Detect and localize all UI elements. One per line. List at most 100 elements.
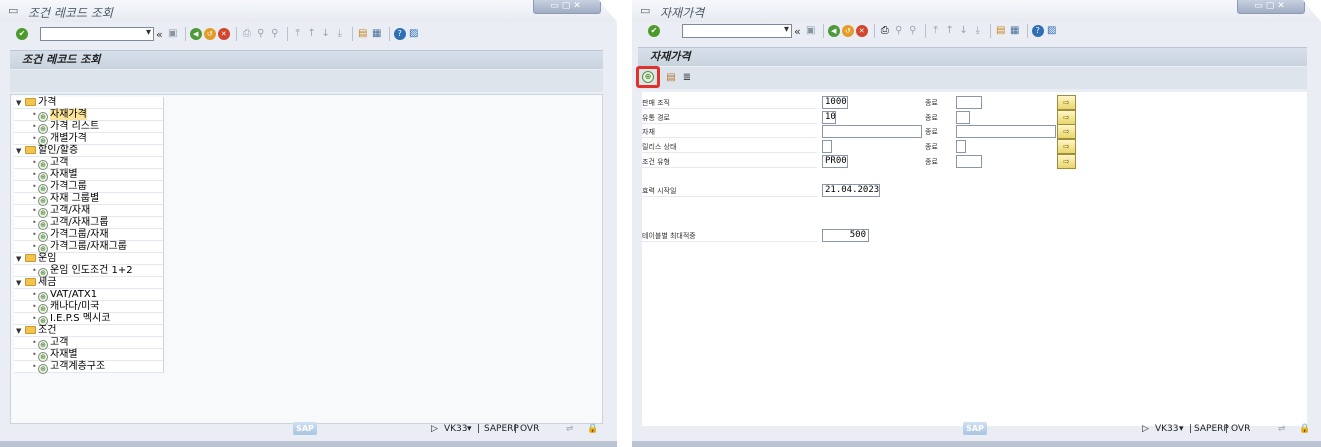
collapse-command-icon[interactable]: « (794, 25, 801, 38)
tree-folder[interactable]: ▼ 조건 (14, 325, 163, 337)
folder-icon (25, 98, 36, 106)
print-icon[interactable]: ⎙ (879, 25, 891, 37)
tree-leaf[interactable]: • ⊕ 고객 (14, 337, 163, 350)
customize-layout-icon[interactable]: ▨ (408, 28, 420, 40)
tree-leaf[interactable]: • ⊕ 자재별 (14, 169, 163, 182)
tree-leaf[interactable]: • ⊕ 자재별 (14, 349, 163, 362)
next-page-icon[interactable]: ↓ (320, 28, 332, 40)
field-to-input[interactable] (956, 96, 982, 109)
tree-folder[interactable]: ▼ 운임 (14, 253, 163, 265)
field-from-input[interactable] (822, 125, 922, 139)
save-icon[interactable]: ▣ (805, 25, 817, 37)
first-page-icon[interactable]: ⤒ (930, 25, 942, 37)
multiple-selection-button[interactable]: ⇨ (1057, 153, 1076, 169)
tree-folder[interactable]: ▼ 세금 (14, 277, 163, 289)
valid-from-input[interactable]: 21.04.2023 (822, 184, 880, 197)
find-next-icon[interactable]: ⚲ (907, 25, 919, 37)
back-icon[interactable]: ◀ (189, 28, 202, 40)
cancel-icon[interactable]: ✕ (217, 28, 230, 40)
tree-leaf[interactable]: • ⊕ 자재 그룹별 (14, 193, 163, 206)
tree-leaf[interactable]: • ⊕ VAT/ATX1 (14, 289, 163, 302)
field-to-input[interactable] (956, 125, 1056, 139)
multiple-selection-button[interactable]: ⇨ (1057, 109, 1076, 125)
collapse-command-icon[interactable]: « (156, 28, 163, 41)
find-icon[interactable]: ⚲ (255, 28, 267, 40)
status-bar: SAP ▷ VK33 ▾ | SAPERP | OVR ⇌ 🔒 (632, 421, 1321, 441)
window-controls[interactable]: ▭▢✕ (533, 0, 601, 14)
security-lock-icon[interactable]: 🔒 (1299, 424, 1310, 434)
shortcut-icon[interactable]: ▦ (1009, 25, 1021, 37)
field-from-input[interactable]: 1000 (822, 96, 848, 109)
window-controls[interactable]: ▭▢✕ (1237, 0, 1305, 14)
tree-leaf[interactable]: • ⊕ 고객/자재그룹 (14, 217, 163, 230)
selection-options-icon[interactable]: ≣ (681, 72, 693, 84)
tree-folder[interactable]: ▼ 가격 (14, 97, 163, 109)
field-from-input[interactable]: 10 (822, 110, 836, 124)
help-icon[interactable]: ? (1031, 25, 1044, 37)
field-from-input[interactable] (822, 140, 832, 154)
window-menu-icon[interactable]: ▭ (640, 5, 652, 17)
exit-icon[interactable]: ↺ (841, 25, 854, 37)
field-from-input[interactable]: PR00 (822, 154, 848, 168)
field-to-input[interactable] (956, 110, 970, 124)
tree-leaf[interactable]: • ⊕ 고객/자재 (14, 205, 163, 218)
multiple-selection-button[interactable]: ⇨ (1057, 95, 1076, 110)
new-session-icon[interactable]: ▤ (995, 25, 1007, 37)
save-icon[interactable]: ▣ (167, 28, 179, 40)
window-menu-icon[interactable]: ▭ (8, 5, 20, 17)
collapse-arrow-icon[interactable]: ▼ (16, 325, 25, 337)
first-page-icon[interactable]: ⤒ (292, 28, 304, 40)
tree-leaf[interactable]: • ⊕ 운임 인도조건 1+2 (14, 265, 163, 278)
field-to-input[interactable] (956, 140, 966, 154)
collapse-arrow-icon[interactable]: ▼ (16, 253, 25, 265)
tree-leaf[interactable]: • ⊕ 자재가격 (14, 109, 163, 122)
back-icon[interactable]: ◀ (827, 25, 840, 37)
field-to-input[interactable] (956, 154, 982, 168)
execute-button[interactable]: ⊕ (636, 66, 660, 88)
tree-leaf[interactable]: • ⊕ 가격그룹 (14, 181, 163, 194)
multiple-selection-button[interactable]: ⇨ (1057, 139, 1076, 155)
tree-leaf[interactable]: • ⊕ 가격그룹/자재 (14, 229, 163, 242)
customize-layout-icon[interactable]: ▨ (1046, 25, 1058, 37)
last-page-icon[interactable]: ⤓ (334, 28, 346, 40)
command-field[interactable] (40, 27, 154, 41)
variant-icon[interactable]: ▤ (665, 72, 677, 84)
last-page-icon[interactable]: ⤓ (972, 25, 984, 37)
tree-leaf[interactable]: • ⊕ 고객계층구조 (14, 361, 163, 374)
previous-page-icon[interactable]: ↑ (306, 28, 318, 40)
status-dropdown-icon[interactable]: ▾ (467, 424, 472, 434)
tree-leaf[interactable]: • ⊕ 개별가격 (14, 133, 163, 146)
tree-leaf[interactable]: • ⊕ 고객 (14, 157, 163, 170)
tree-node-label: VAT/ATX1 (50, 289, 98, 300)
command-field[interactable] (682, 24, 792, 38)
status-expand-icon[interactable]: ▷ (1142, 424, 1149, 434)
new-session-icon[interactable]: ▤ (357, 28, 369, 40)
find-icon[interactable]: ⚲ (893, 25, 905, 37)
print-icon[interactable]: ⎙ (241, 28, 253, 40)
collapse-arrow-icon[interactable]: ▼ (16, 97, 25, 109)
standard-toolbar: ✔ « ▣ ◀ ↺ ✕ ⎙ ⚲ ⚲ ⤒ ↑ ↓ ⤓ ▤ ▦ ? ▨ (0, 24, 617, 44)
max-hits-input[interactable]: 500 (822, 229, 869, 242)
shortcut-icon[interactable]: ▦ (371, 28, 383, 40)
status-divider: | (1189, 424, 1193, 434)
tree-leaf[interactable]: • ⊕ 가격그룹/자재그룹 (14, 241, 163, 254)
collapse-arrow-icon[interactable]: ▼ (16, 145, 25, 157)
status-expand-icon[interactable]: ▷ (431, 424, 438, 434)
multiple-selection-button[interactable]: ⇨ (1057, 124, 1076, 140)
tree-folder[interactable]: ▼ 할인/할증 (14, 145, 163, 157)
separator (184, 27, 186, 41)
exit-icon[interactable]: ↺ (203, 28, 216, 40)
status-dropdown-icon[interactable]: ▾ (1179, 424, 1184, 434)
cancel-icon[interactable]: ✕ (855, 25, 868, 37)
tree-leaf[interactable]: • ⊕ 가격 리스트 (14, 121, 163, 134)
security-lock-icon[interactable]: 🔒 (587, 424, 598, 434)
help-icon[interactable]: ? (393, 28, 406, 40)
next-page-icon[interactable]: ↓ (958, 25, 970, 37)
enter-icon[interactable]: ✔ (648, 25, 660, 37)
find-next-icon[interactable]: ⚲ (269, 28, 281, 40)
collapse-arrow-icon[interactable]: ▼ (16, 277, 25, 289)
tree-leaf[interactable]: • ⊕ I.E.P.S 멕시코 (14, 313, 163, 326)
tree-leaf[interactable]: • ⊕ 캐나다/미국 (14, 301, 163, 314)
enter-icon[interactable]: ✔ (16, 28, 28, 40)
previous-page-icon[interactable]: ↑ (944, 25, 956, 37)
